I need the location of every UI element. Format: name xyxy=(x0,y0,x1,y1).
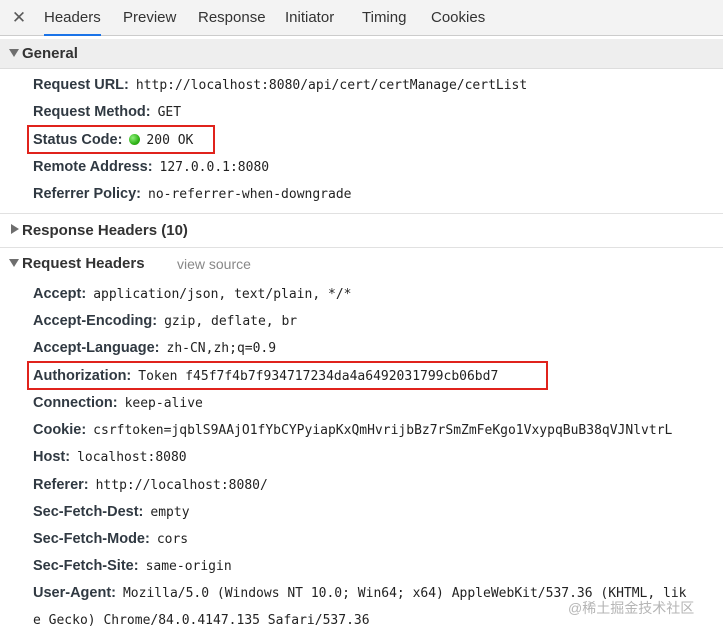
sec-fetch-site-key: Sec-Fetch-Site: xyxy=(33,558,139,574)
status-code-highlight-box xyxy=(27,125,215,154)
referer-value: http://localhost:8080/ xyxy=(95,478,268,493)
user-agent-key: User-Agent: xyxy=(33,585,116,601)
referer-key: Referer: xyxy=(33,477,89,493)
general-section-title: General xyxy=(22,45,78,62)
host-key: Host: xyxy=(33,449,71,465)
user-agent-continuation: e Gecko) Chrome/84.0.4147.135 Safari/537… xyxy=(33,609,370,631)
request-method-key: Request Method: xyxy=(33,104,151,120)
tab-response[interactable]: Response xyxy=(198,0,266,35)
general-section-header[interactable]: General xyxy=(0,39,723,69)
tab-cookies[interactable]: Cookies xyxy=(431,0,485,35)
section-divider xyxy=(0,213,723,214)
remote-address-value: 127.0.0.1:8080 xyxy=(159,160,270,175)
referrer-policy-key: Referrer Policy: xyxy=(33,186,141,202)
sec-fetch-mode-row: Sec-Fetch-Mode: cors xyxy=(33,528,188,550)
tab-initiator[interactable]: Initiator xyxy=(285,0,334,35)
accept-encoding-value: gzip, deflate, br xyxy=(164,314,298,329)
host-value: localhost:8080 xyxy=(77,450,187,465)
accept-language-row: Accept-Language: zh-CN,zh;q=0.9 xyxy=(33,337,276,359)
sec-fetch-mode-value: cors xyxy=(156,532,189,547)
response-headers-section-header[interactable]: Response Headers (10) xyxy=(0,216,723,246)
cookie-value: csrftoken=jqblS9AAjO1fYbCYPyiapKxQmHvrij… xyxy=(93,423,673,438)
close-icon[interactable]: ✕ xyxy=(9,6,29,30)
request-method-row: Request Method: GET xyxy=(33,101,181,123)
sec-fetch-dest-key: Sec-Fetch-Dest: xyxy=(33,504,144,520)
accept-language-key: Accept-Language: xyxy=(33,340,160,356)
tab-preview[interactable]: Preview xyxy=(123,0,176,35)
accept-encoding-row: Accept-Encoding: gzip, deflate, br xyxy=(33,310,297,332)
referer-row: Referer: http://localhost:8080/ xyxy=(33,474,268,496)
host-row: Host: localhost:8080 xyxy=(33,446,187,468)
tab-headers[interactable]: Headers xyxy=(44,0,101,36)
connection-value: keep-alive xyxy=(124,396,203,411)
tab-bar: ✕ Headers Preview Response Initiator Tim… xyxy=(0,0,723,36)
accept-language-value: zh-CN,zh;q=0.9 xyxy=(166,341,277,356)
expand-triangle-icon xyxy=(9,49,19,57)
connection-key: Connection: xyxy=(33,395,118,411)
request-headers-section-header[interactable]: Request Headers view source xyxy=(0,249,723,279)
collapsed-triangle-icon xyxy=(11,224,19,234)
sec-fetch-site-row: Sec-Fetch-Site: same-origin xyxy=(33,555,232,577)
cookie-row: Cookie: csrftoken=jqblS9AAjO1fYbCYPyiapKx… xyxy=(33,419,672,441)
expand-triangle-icon xyxy=(9,259,19,267)
authorization-highlight-box xyxy=(27,361,548,390)
sec-fetch-dest-value: empty xyxy=(150,505,190,520)
sec-fetch-site-value: same-origin xyxy=(145,559,232,574)
request-url-key: Request URL: xyxy=(33,77,129,93)
accept-key: Accept: xyxy=(33,286,87,302)
tab-timing[interactable]: Timing xyxy=(362,0,406,35)
section-divider xyxy=(0,247,723,248)
request-url-value: http://localhost:8080/api/cert/certManag… xyxy=(135,78,528,93)
sec-fetch-dest-row: Sec-Fetch-Dest: empty xyxy=(33,501,190,523)
watermark: @稀土掘金技术社区 xyxy=(568,600,695,616)
remote-address-row: Remote Address: 127.0.0.1:8080 xyxy=(33,156,269,178)
request-url-row: Request URL: http://localhost:8080/api/ce… xyxy=(33,74,527,96)
cookie-key: Cookie: xyxy=(33,422,87,438)
referrer-policy-row: Referrer Policy: no-referrer-when-downgra… xyxy=(33,183,352,205)
accept-row: Accept: application/json, text/plain, */* xyxy=(33,283,351,305)
view-source-link[interactable]: view source xyxy=(177,249,251,279)
remote-address-key: Remote Address: xyxy=(33,159,153,175)
sec-fetch-mode-key: Sec-Fetch-Mode: xyxy=(33,531,150,547)
request-headers-title: Request Headers xyxy=(22,255,145,272)
referrer-policy-value: no-referrer-when-downgrade xyxy=(148,187,352,202)
user-agent-value-line2: e Gecko) Chrome/84.0.4147.135 Safari/537… xyxy=(33,613,370,628)
accept-value: application/json, text/plain, */* xyxy=(93,287,352,302)
connection-row: Connection: keep-alive xyxy=(33,392,203,414)
response-headers-title: Response Headers (10) xyxy=(22,222,188,239)
accept-encoding-key: Accept-Encoding: xyxy=(33,313,158,329)
request-method-value: GET xyxy=(157,105,182,120)
